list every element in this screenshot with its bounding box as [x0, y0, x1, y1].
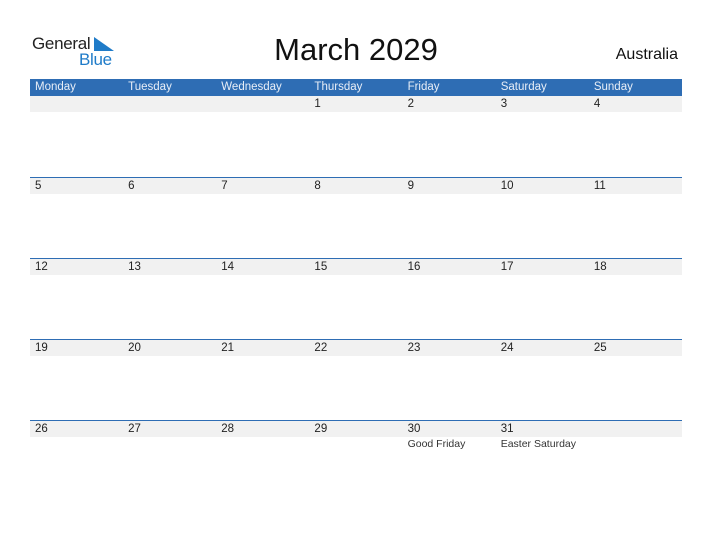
calendar-grid: Monday Tuesday Wednesday Thursday Friday… [30, 79, 682, 501]
date-number: 16 [407, 261, 421, 273]
holiday-label [123, 356, 216, 357]
date-number [216, 96, 309, 112]
weekday-thursday: Thursday [314, 81, 363, 93]
events-row [30, 275, 682, 276]
holiday-label [403, 112, 496, 113]
date-number: 28 [221, 423, 235, 435]
holiday-label [496, 112, 589, 113]
holiday-label [216, 356, 309, 357]
holiday-label [309, 437, 402, 450]
weekday-wednesday: Wednesday [221, 81, 282, 93]
date-number: 13 [128, 261, 141, 273]
holiday-label [589, 356, 682, 357]
holiday-label [30, 194, 123, 195]
holiday-label [216, 437, 309, 450]
date-number: 9 [407, 180, 414, 192]
date-number: 26 [35, 423, 48, 435]
holiday-label [216, 275, 309, 276]
date-number: 17 [500, 261, 514, 273]
holiday-label: Good Friday [407, 438, 466, 450]
week-row: 1 2 3 4 [30, 96, 682, 177]
week-row: 26 27 28 29 30 31 Good Friday Easter Saturday [30, 420, 682, 501]
holiday-label [589, 112, 682, 113]
date-strip: 12 13 14 15 16 17 18 [30, 258, 682, 275]
date-number: 25 [593, 342, 607, 354]
holiday-label [496, 275, 589, 276]
holiday-label [30, 356, 123, 357]
holiday-label [309, 112, 402, 113]
weekday-tuesday: Tuesday [128, 81, 172, 93]
date-number: 6 [128, 180, 135, 192]
holiday-label [123, 194, 216, 195]
date-number: 8 [314, 180, 321, 192]
date-number: 22 [314, 342, 328, 354]
holiday-label [309, 356, 402, 357]
date-strip: 19 20 21 22 23 24 25 [30, 339, 682, 356]
date-number [30, 96, 123, 112]
date-strip: 26 27 28 29 30 31 [30, 420, 682, 437]
date-number [123, 96, 216, 112]
date-number: 4 [593, 98, 601, 110]
week-row: 12 13 14 15 16 17 18 [30, 258, 682, 339]
date-number: 7 [221, 180, 228, 192]
country-label: Australia [615, 46, 678, 63]
date-number: 2 [407, 98, 414, 110]
date-number: 23 [407, 342, 421, 354]
weekday-friday: Friday [407, 81, 440, 93]
holiday-label [123, 275, 216, 276]
holiday-label [30, 275, 123, 276]
date-number [589, 421, 682, 437]
date-number: 24 [500, 342, 514, 354]
holiday-label [496, 356, 589, 357]
date-number: 29 [314, 423, 328, 435]
date-number: 1 [314, 98, 321, 110]
holiday-label [403, 275, 496, 276]
holiday-label [216, 194, 309, 195]
weekday-monday: Monday [35, 81, 76, 93]
holiday-label [589, 194, 682, 195]
holiday-label [216, 112, 309, 113]
holiday-label [496, 194, 589, 195]
holiday-label [589, 275, 682, 276]
week-row: 19 20 21 22 23 24 25 [30, 339, 682, 420]
holiday-label [123, 437, 216, 450]
date-number: 10 [500, 180, 514, 192]
date-number: 30 [407, 423, 421, 435]
date-strip: 5 6 7 8 9 10 11 [30, 177, 682, 194]
date-number: 14 [221, 261, 235, 273]
holiday-label: Easter Saturday [500, 438, 576, 450]
date-number: 3 [500, 98, 508, 110]
holiday-label [309, 194, 402, 195]
weekday-sunday: Sunday [593, 81, 633, 93]
holiday-label [309, 275, 402, 276]
date-number: 5 [35, 180, 42, 192]
holiday-label [589, 437, 682, 450]
date-number: 27 [128, 423, 141, 435]
date-number: 11 [593, 180, 606, 192]
weekday-saturday: Saturday [500, 81, 547, 93]
week-row: 5 6 7 8 9 10 11 [30, 177, 682, 258]
date-number: 31 [500, 423, 514, 435]
weekday-header: Monday Tuesday Wednesday Thursday Friday… [30, 79, 682, 96]
holiday-label [123, 112, 216, 113]
events-row [30, 194, 682, 195]
date-number: 21 [221, 342, 235, 354]
date-number: 20 [128, 342, 141, 354]
date-strip: 1 2 3 4 [30, 96, 682, 112]
date-number: 12 [35, 261, 48, 273]
date-number: 15 [314, 261, 328, 273]
calendar-title: March 2029 [274, 32, 438, 67]
events-row: Good Friday Easter Saturday [30, 437, 682, 450]
events-row [30, 356, 682, 357]
holiday-label [403, 356, 496, 357]
holiday-label [30, 112, 123, 113]
date-number: 19 [35, 342, 48, 354]
date-number: 18 [593, 261, 607, 273]
holiday-label [403, 194, 496, 195]
events-row [30, 112, 682, 113]
holiday-label [30, 437, 123, 450]
